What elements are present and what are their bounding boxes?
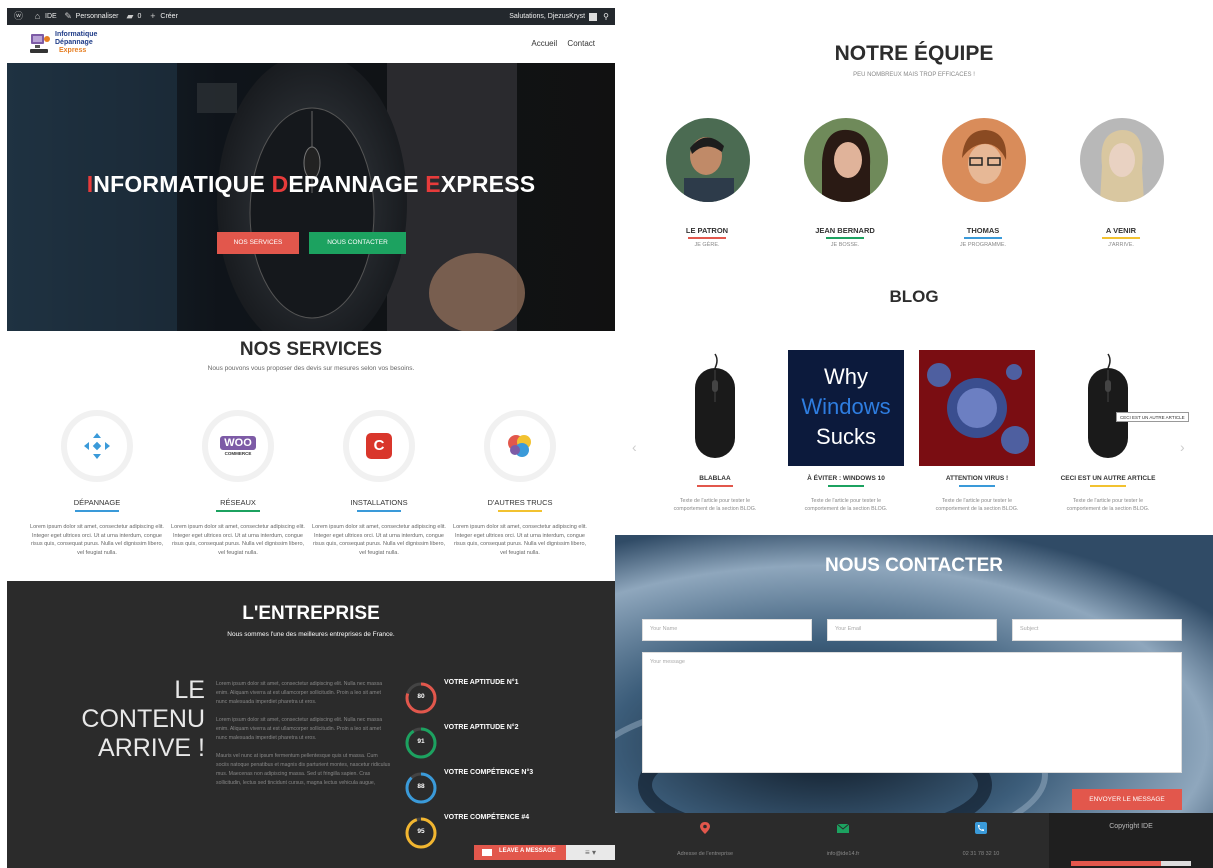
carousel-prev-icon[interactable]: ‹ <box>632 439 637 455</box>
send-message-button[interactable]: ENVOYER LE MESSAGE <box>1072 789 1182 810</box>
content-coming-text: LE CONTENU ARRIVE ! <box>81 676 205 762</box>
admin-customize-link[interactable]: ✎ Personnaliser <box>64 11 118 21</box>
wordpress-logo-icon[interactable]: ⓦ <box>14 12 26 21</box>
service-underline <box>216 510 260 512</box>
member-underline <box>688 237 726 239</box>
brush-icon: ✎ <box>64 11 72 21</box>
blog-title: BLOG <box>889 287 939 306</box>
comment-icon: ▰ <box>126 11 134 21</box>
logo-computer-icon <box>30 34 50 53</box>
main-nav: Accueil Contact <box>523 39 595 48</box>
footer-copyright: Copyright IDE <box>1049 813 1213 868</box>
member-photo <box>1080 118 1164 202</box>
avatar[interactable] <box>589 12 598 21</box>
name-input[interactable]: Your Name <box>642 619 812 641</box>
contact-section: NOUS CONTACTER Your Name Your Email Subj… <box>615 535 1213 813</box>
chat-menu-icon[interactable]: ≡ ▾ <box>566 845 615 860</box>
map-pin-icon <box>700 822 710 834</box>
admin-greeting[interactable]: Salutations, DjezusKryst <box>509 13 585 20</box>
entreprise-section: L'ENTREPRISE Nous sommes l'une des meill… <box>7 581 615 868</box>
services-title: NOS SERVICES <box>239 339 383 360</box>
carousel-next-icon[interactable]: › <box>1180 439 1185 455</box>
services-section: NOS SERVICES Nous pouvons vous proposer … <box>7 331 615 581</box>
leave-message-widget[interactable]: LEAVE A MESSAGE ≡ ▾ <box>474 845 615 860</box>
service-underline <box>75 510 119 512</box>
admin-comments-link[interactable]: ▰ 0 <box>125 11 142 21</box>
logo-line-3: Express <box>59 47 87 54</box>
right-screenshot: NOTRE ÉQUIPE PEU NOMBREUX MAIS TROP EFFI… <box>615 8 1213 868</box>
logo-line-2: Dépannage <box>55 39 93 46</box>
entreprise-subtitle: Nous sommes l'une des meilleures entrepr… <box>227 631 395 638</box>
footer-accent-bar <box>1071 861 1161 866</box>
hero-section: INFORMATIQUE DEPANNAGE EXPRESS NOS SERVI… <box>7 63 615 331</box>
post-underline <box>1090 485 1126 487</box>
member-photo <box>804 118 888 202</box>
post-mouse-image <box>1050 350 1166 466</box>
admin-new-link[interactable]: + Créer <box>148 12 178 21</box>
entreprise-paragraphs: Lorem ipsum dolor sit amet, consectetur … <box>216 681 391 786</box>
home-icon: ⌂ <box>34 11 41 21</box>
email-input[interactable]: Your Email <box>827 619 997 641</box>
member-underline <box>826 237 864 239</box>
admin-site-link[interactable]: ⌂ IDE <box>33 12 57 21</box>
footer-address: Adresse de l'entreprise <box>625 821 785 857</box>
search-icon[interactable]: ⚲ <box>603 12 609 21</box>
arrows-move-icon <box>84 433 110 459</box>
phone-icon <box>975 822 987 834</box>
colorful-blob-icon <box>508 435 531 457</box>
services-subtitle: Nous pouvons vous proposer des devis sur… <box>207 365 415 372</box>
post-virus-image <box>919 350 1035 466</box>
site-footer: Adresse de l'entreprise info@ide14.fr 02… <box>615 813 1213 868</box>
member-underline <box>964 237 1002 239</box>
footer-accent-bar <box>1161 861 1191 866</box>
team-subtitle: PEU NOMBREUX MAIS TROP EFFICACES ! <box>853 72 975 78</box>
nav-accueil[interactable]: Accueil <box>531 39 557 48</box>
nav-contact[interactable]: Contact <box>567 39 595 48</box>
entreprise-title: L'ENTREPRISE <box>242 603 380 624</box>
footer-phone: 02 31 78 32 10 <box>901 821 1061 857</box>
logo-line-1: Informatique <box>55 31 98 38</box>
wp-admin-bar: ⓦ ⌂ IDE ✎ Personnaliser ▰ 0 + Créer Salutati… <box>7 8 615 25</box>
service-underline <box>357 510 401 512</box>
skill-item: 91 VOTRE APTITUDE N°2 <box>404 724 604 760</box>
post-underline <box>828 485 864 487</box>
site-header: Informatique Dépannage Express Accueil C… <box>7 25 615 63</box>
skill-item: 80 VOTRE APTITUDE N°1 <box>404 679 604 715</box>
plus-icon: + <box>150 11 156 21</box>
footer-email: info@ide14.fr <box>763 821 923 857</box>
message-textarea[interactable]: Your message <box>642 652 1182 773</box>
contact-title: NOUS CONTACTER <box>824 555 1004 576</box>
hero-title: INFORMATIQUE DEPANNAGE EXPRESS <box>86 171 536 197</box>
post-mouse-image <box>657 350 773 466</box>
our-services-button[interactable]: NOS SERVICES <box>217 232 299 254</box>
post-tooltip: CECI EST UN AUTRE ARTICLE <box>1116 412 1189 422</box>
post-underline <box>959 485 995 487</box>
member-underline <box>1102 237 1140 239</box>
c-app-icon: C <box>366 433 392 459</box>
envelope-icon <box>482 849 492 856</box>
subject-input[interactable]: Subject <box>1012 619 1182 641</box>
left-screenshot: ⓦ ⌂ IDE ✎ Personnaliser ▰ 0 + Créer Salutati… <box>7 8 615 868</box>
envelope-icon <box>836 823 850 833</box>
woocommerce-icon: WOO COMMERCE <box>220 436 256 456</box>
contact-us-button[interactable]: NOUS CONTACTER <box>309 232 406 254</box>
team-title: NOTRE ÉQUIPE <box>834 42 994 65</box>
skill-item: 88 VOTRE COMPÉTENCE N°3 <box>404 769 604 805</box>
member-photo <box>666 118 750 202</box>
member-photo <box>942 118 1026 202</box>
post-underline <box>697 485 733 487</box>
site-logo[interactable]: Informatique Dépannage Express <box>29 29 109 61</box>
service-underline <box>498 510 542 512</box>
post-windows-image: Why Windows Sucks <box>788 350 904 466</box>
